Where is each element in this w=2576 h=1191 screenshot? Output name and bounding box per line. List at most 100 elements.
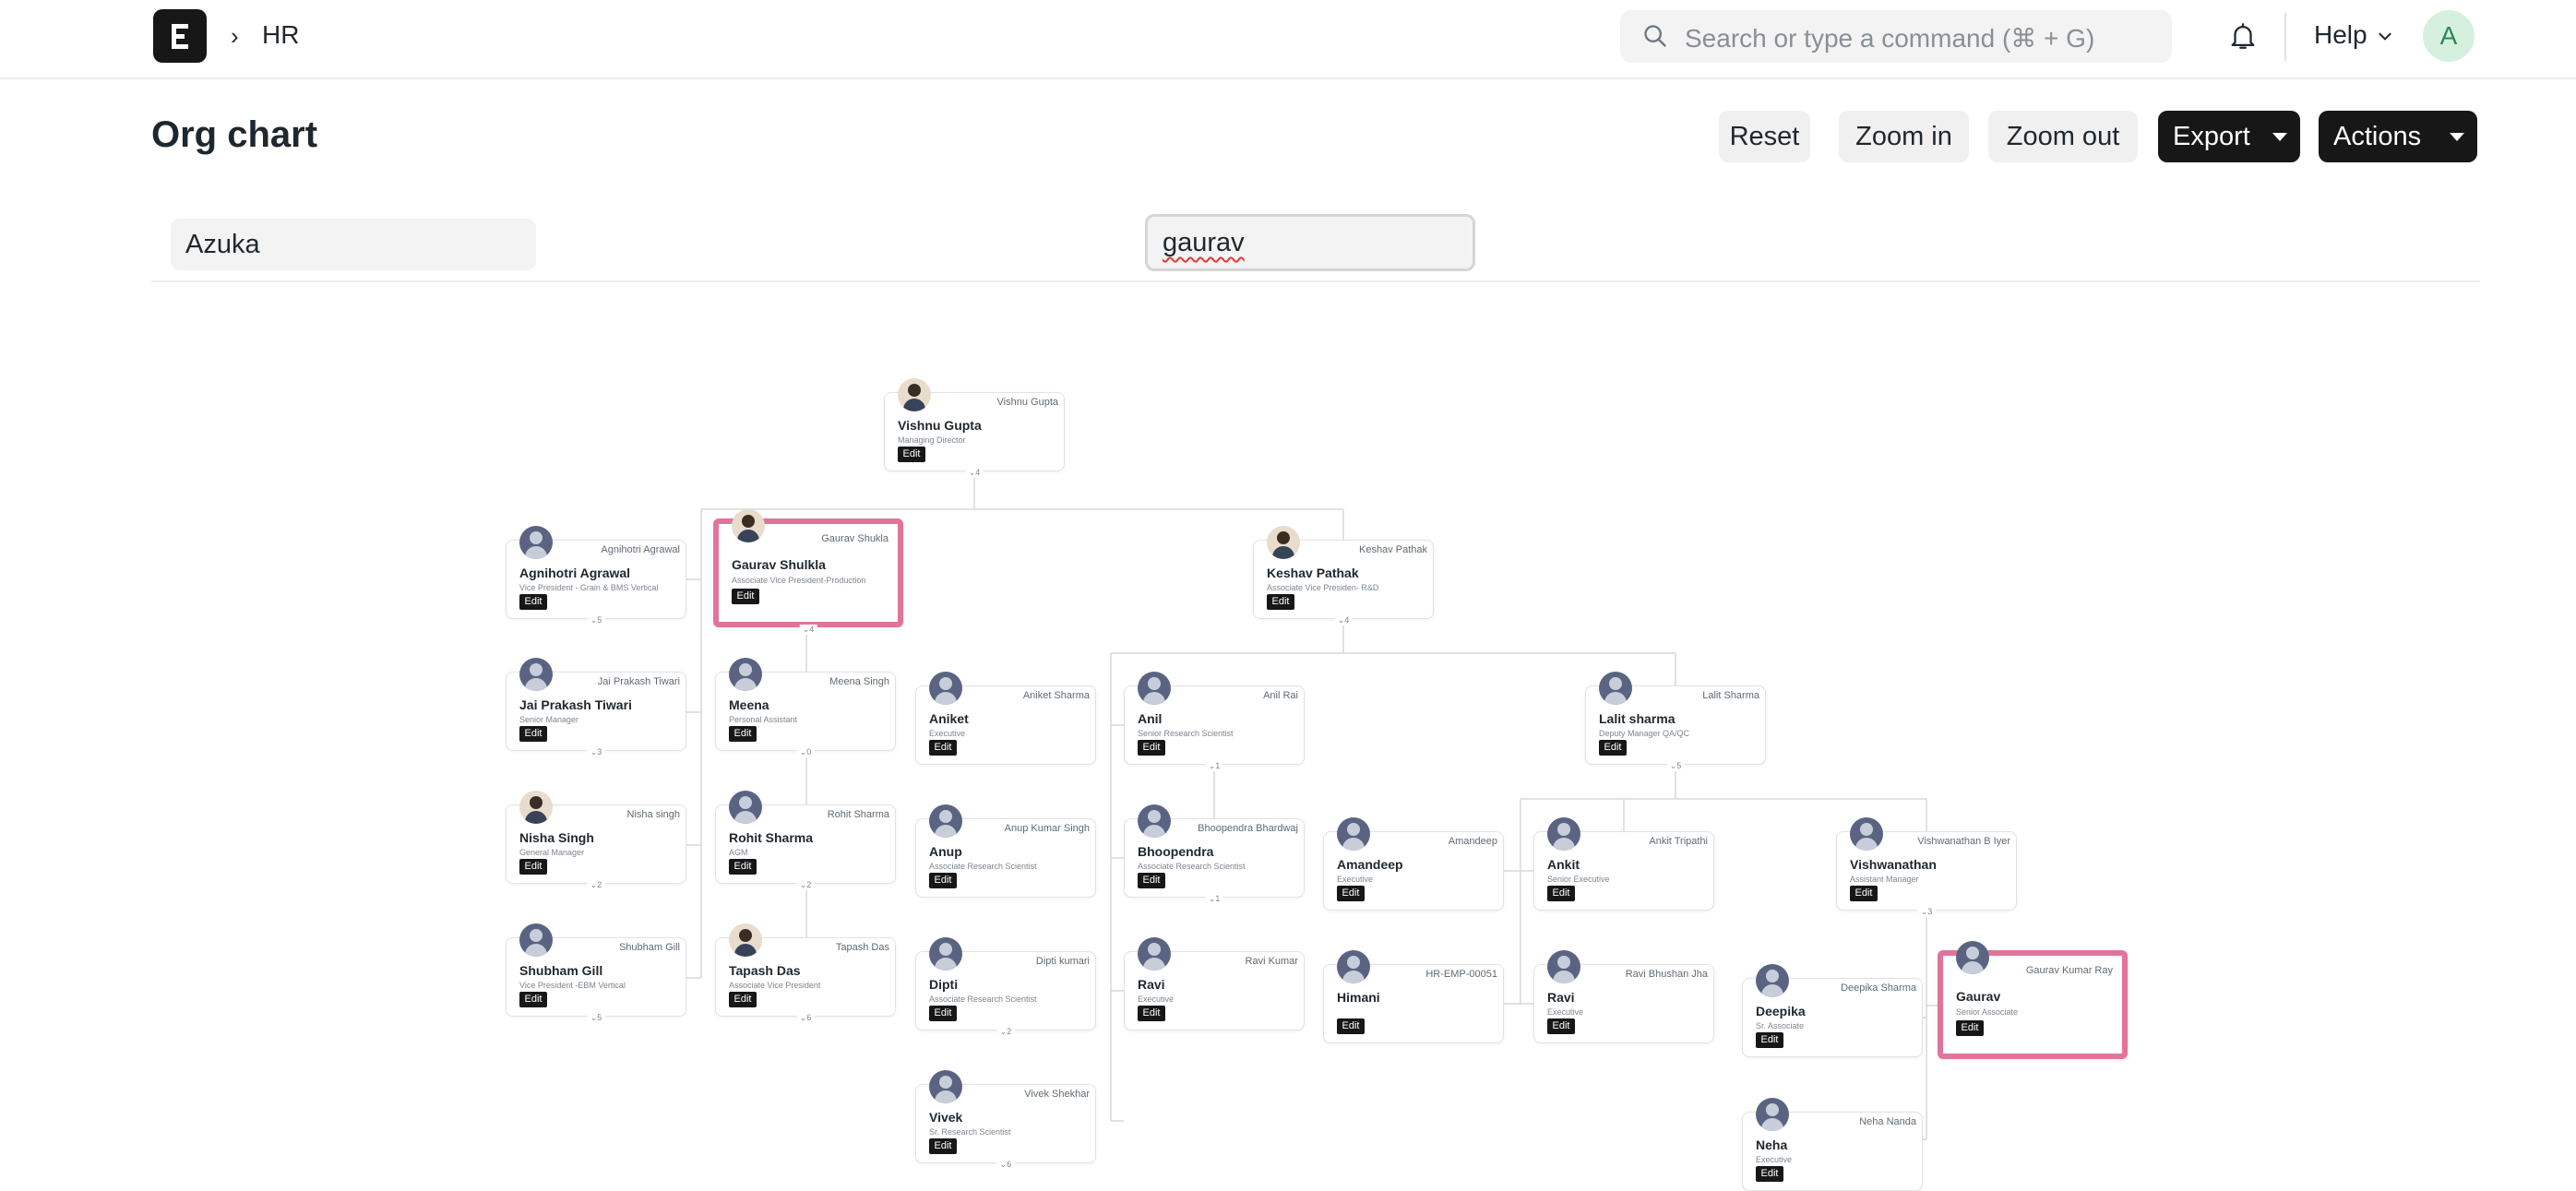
search-placeholder: Search or type a command (⌘ + G) [1685,24,2095,53]
edit-button[interactable]: Edit [929,873,957,888]
org-node-lalit[interactable]: Lalit Sharma Lalit sharma Deputy Manager Q… [1585,672,1766,771]
org-node-shubham[interactable]: Shubham Gill Shubham Gill Vice President -… [506,923,686,1023]
employee-full-name: Gaurav Kumar Ray [2025,965,2113,976]
expand-count[interactable]: ⌄2 [796,880,815,890]
edit-button[interactable]: Edit [732,589,759,604]
notification-bell-icon[interactable] [2227,20,2259,52]
employee-full-name: Ravi Bhushan Jha [1625,969,1708,980]
employee-avatar [519,923,553,957]
edit-button[interactable]: Edit [1756,1166,1783,1182]
expand-count[interactable]: ⌄5 [1666,761,1685,771]
edit-button[interactable]: Edit [1267,594,1294,610]
expand-count[interactable]: ⌄6 [996,1160,1015,1170]
edit-button[interactable]: Edit [729,859,757,875]
edit-button[interactable]: Edit [1337,886,1365,901]
edit-button[interactable]: Edit [1547,886,1575,901]
org-node-gaurav_ray[interactable]: Gaurav Kumar Ray Gaurav Senior Associate Ed… [1938,941,2128,1059]
expand-count[interactable]: ⌄5 [587,615,605,625]
employee-full-name: Vishnu Gupta [996,397,1058,408]
edit-button[interactable]: Edit [729,992,757,1007]
employee-avatar [519,526,553,559]
employee-designation: Vice President -EBM Vertical [519,981,626,990]
org-node-gaurav_shukla[interactable]: Gaurav Shukla Gaurav Shulkla Associate Vic… [713,509,903,635]
employee-avatar [929,672,962,705]
zoom-out-button[interactable]: Zoom out [1988,111,2138,162]
expand-count[interactable]: ⌄2 [587,880,605,890]
org-node-vishnu[interactable]: Vishnu Gupta Vishnu Gupta Managing Directo… [884,378,1065,478]
help-menu[interactable]: Help [2314,20,2367,50]
edit-button[interactable]: Edit [1138,740,1165,756]
zoom-in-button[interactable]: Zoom in [1839,111,1969,162]
org-node-anil[interactable]: Anil Rai Anil Senior Research Scientist Edi… [1124,672,1305,771]
edit-button[interactable]: Edit [519,726,547,742]
search-icon [1644,25,1666,47]
org-node-neha[interactable]: Neha Nanda Neha Executive Edit [1742,1098,1923,1191]
expand-count[interactable]: ⌄0 [796,747,815,757]
edit-button[interactable]: Edit [1138,873,1165,888]
org-node-jai[interactable]: Jai Prakash Tiwari Jai Prakash Tiwari Seni… [506,658,686,757]
expand-count[interactable]: ⌄5 [587,1013,605,1023]
reset-button[interactable]: Reset [1719,111,1810,162]
edit-button[interactable]: Edit [929,740,957,756]
org-node-himani[interactable]: HR-EMP-00051 Himani Edit [1323,950,1504,1043]
employee-name: Jai Prakash Tiwari [519,697,632,712]
employee-name: Gaurav [1956,989,2001,1004]
org-node-tapash[interactable]: Tapash Das Tapash Das Associate Vice Presi… [715,923,896,1023]
search-bar[interactable]: Search or type a command (⌘ + G) [1620,10,2172,63]
company-filter[interactable]: Azuka [171,219,536,270]
edit-button[interactable]: Edit [519,594,547,610]
org-node-ravi_bj[interactable]: Ravi Bhushan Jha Ravi Executive Edit [1533,950,1714,1043]
org-node-meena[interactable]: Meena Singh Meena Personal Assistant Edit ⌄0 [715,658,896,757]
org-node-anup[interactable]: Anup Kumar Singh Anup Associate Research S… [915,804,1096,898]
org-node-keshav[interactable]: Keshav Pathak Keshav Pathak Associate Vice… [1253,526,1434,625]
employee-full-name: Aniket Sharma [1022,690,1090,701]
edit-button[interactable]: Edit [1337,1018,1365,1034]
org-node-amandeep[interactable]: Amandeep Amandeep Executive Edit [1323,817,1504,911]
employee-filter[interactable]: gaurav [1145,214,1475,271]
employee-name: Deepika [1756,1004,1806,1018]
org-node-nisha[interactable]: Nisha singh Nisha Singh General Manager Edi… [506,791,686,890]
org-node-aniket[interactable]: Aniket Sharma Aniket Executive Edit [915,672,1096,765]
breadcrumb-hr[interactable]: HR [262,20,299,50]
edit-button[interactable]: Edit [729,726,757,742]
expand-count[interactable]: ⌄4 [799,625,817,635]
edit-button[interactable]: Edit [1547,1018,1575,1034]
expand-count[interactable]: ⌄4 [965,468,984,478]
org-node-dipti[interactable]: Dipti kumari Dipti Associate Research Scie… [915,937,1096,1037]
org-node-vishwanathan[interactable]: Vishwanathan B Iyer Vishwanathan Assistant… [1836,817,2017,917]
export-button[interactable]: Export [2158,111,2300,162]
edit-button[interactable]: Edit [898,447,925,462]
org-node-deepika[interactable]: Deepika Sharma Deepika Sr. Associate Edit [1742,964,1923,1057]
edit-button[interactable]: Edit [519,992,547,1007]
org-node-ravi_k[interactable]: Ravi Kumar Ravi Executive Edit [1124,937,1305,1030]
edit-button[interactable]: Edit [1850,886,1878,901]
actions-button[interactable]: Actions [2319,111,2477,162]
employee-avatar [1138,937,1171,971]
edit-button[interactable]: Edit [929,1138,957,1154]
expand-count[interactable]: ⌄3 [587,747,605,757]
expand-count[interactable]: ⌄3 [1917,907,1936,917]
chevron-down-icon[interactable] [2377,28,2393,44]
org-node-vivek[interactable]: Vivek Shekhar Vivek Sr. Research Scientist… [915,1070,1096,1170]
employee-avatar [729,658,762,691]
employee-name: Vishnu Gupta [898,418,982,433]
employee-avatar [929,1070,962,1103]
expand-count[interactable]: ⌄4 [1334,615,1353,625]
expand-count[interactable]: ⌄2 [996,1027,1015,1037]
expand-count[interactable]: ⌄6 [796,1013,815,1023]
org-node-agnihotri[interactable]: Agnihotri Agrawal Agnihotri Agrawal Vice P… [506,526,686,625]
user-avatar[interactable]: A [2423,10,2475,62]
org-node-bhoopendra[interactable]: Bhoopendra Bhardwaj Bhoopendra Associate R… [1124,804,1305,904]
org-node-ankit[interactable]: Ankit Tripathi Ankit Senior Executive Edit [1533,817,1714,911]
employee-avatar [1138,804,1171,838]
edit-button[interactable]: Edit [1956,1020,1984,1036]
app-logo[interactable] [153,9,207,63]
expand-count[interactable]: ⌄1 [1205,894,1223,904]
edit-button[interactable]: Edit [519,859,547,875]
edit-button[interactable]: Edit [1756,1032,1783,1048]
edit-button[interactable]: Edit [1599,740,1627,756]
edit-button[interactable]: Edit [1138,1006,1165,1021]
edit-button[interactable]: Edit [929,1006,957,1021]
expand-count[interactable]: ⌄1 [1205,761,1223,771]
org-node-rohit[interactable]: Rohit Sharma Rohit Sharma AGM Edit ⌄2 [715,791,896,890]
